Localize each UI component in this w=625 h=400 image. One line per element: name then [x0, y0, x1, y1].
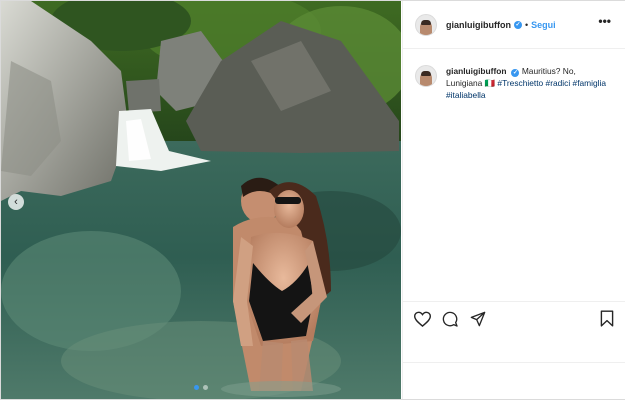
- divider: [403, 362, 625, 363]
- post-photo[interactable]: ‹: [1, 1, 401, 399]
- header-user-line: gianluigibuffon ✓ • Segui: [446, 20, 556, 30]
- post-header: gianluigibuffon ✓ • Segui •••: [403, 1, 625, 49]
- chevron-left-icon[interactable]: ‹: [8, 194, 24, 210]
- verified-badge-icon: ✓: [511, 69, 520, 77]
- caption-text: gianluigibuffon ✓ Mauritius? No, Lunigian…: [446, 65, 613, 101]
- comment-icon[interactable]: [441, 310, 459, 328]
- carousel-dot-active: [194, 385, 199, 390]
- post-side-panel: gianluigibuffon ✓ • Segui ••• gianluigib…: [402, 1, 625, 399]
- follow-button[interactable]: Segui: [531, 20, 556, 30]
- caption-username-link[interactable]: gianluigibuffon: [446, 66, 506, 76]
- hashtag-link[interactable]: #famiglia: [573, 78, 607, 88]
- photo-scene: [1, 1, 401, 399]
- username-link[interactable]: gianluigibuffon: [446, 20, 511, 30]
- hashtag-link[interactable]: #Treschietto: [497, 78, 543, 88]
- caption-comment: gianluigibuffon ✓ Mauritius? No, Lunigian…: [403, 49, 625, 101]
- post-container: ‹ gianluigibuffon ✓ • Segui ••• gianluig…: [0, 0, 625, 400]
- bookmark-icon[interactable]: [598, 310, 616, 328]
- more-horizontal-icon[interactable]: •••: [598, 15, 611, 27]
- carousel-indicator: [194, 385, 208, 390]
- separator: •: [524, 19, 529, 30]
- action-bar: [403, 301, 625, 335]
- carousel-dot: [203, 385, 208, 390]
- verified-badge-icon: ✓: [513, 20, 522, 29]
- avatar[interactable]: [415, 13, 437, 36]
- avatar[interactable]: [415, 65, 437, 87]
- hashtag-link[interactable]: #italiabella: [446, 90, 486, 100]
- paper-plane-icon[interactable]: [469, 310, 487, 328]
- heart-icon[interactable]: [413, 310, 431, 328]
- hashtag-link[interactable]: #radici: [546, 78, 571, 88]
